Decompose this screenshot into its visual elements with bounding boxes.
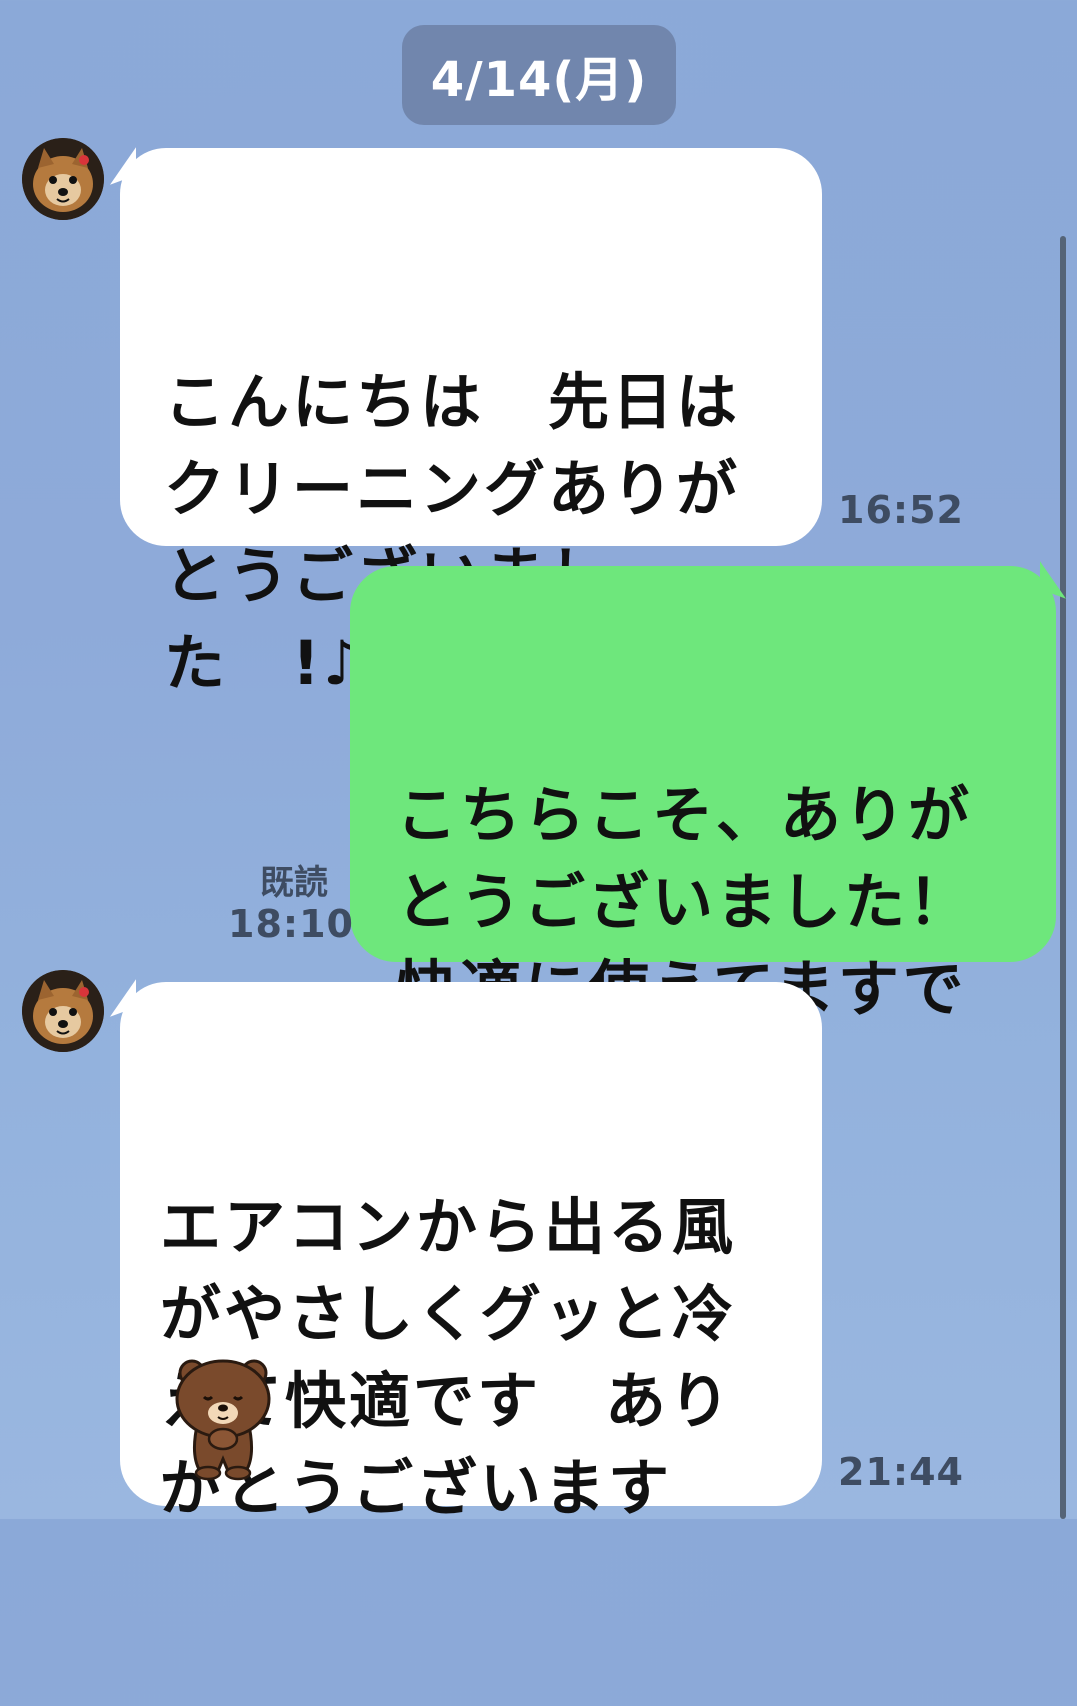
sender-avatar[interactable] — [22, 970, 104, 1052]
sender-avatar[interactable] — [22, 138, 104, 220]
date-label: 4/14(月) — [430, 52, 648, 108]
outgoing-message-bubble[interactable]: こちらこそ、ありが とうございました！ 快適に使えてますで しょうか？ — [350, 566, 1056, 1112]
scrollbar[interactable] — [1060, 236, 1066, 1519]
brown-bear-bowing-icon — [170, 1355, 276, 1485]
dog-avatar-icon — [22, 970, 104, 1052]
incoming-message-bubble[interactable]: こんにちは 先日は クリーニングありが とうございまし た !♪ — [120, 148, 822, 699]
chat-view: 4/14(月) こんにちは 先日は クリーニングありが とうございまし た !♪… — [0, 0, 1077, 1524]
message-timestamp: 16:52 — [838, 488, 964, 532]
message-timestamp: 21:44 — [838, 1450, 964, 1494]
read-receipt: 既読 — [260, 863, 328, 903]
date-separator: 4/14(月) — [402, 25, 676, 125]
dog-avatar-icon — [22, 138, 104, 220]
message-timestamp: 18:10 — [228, 902, 354, 946]
